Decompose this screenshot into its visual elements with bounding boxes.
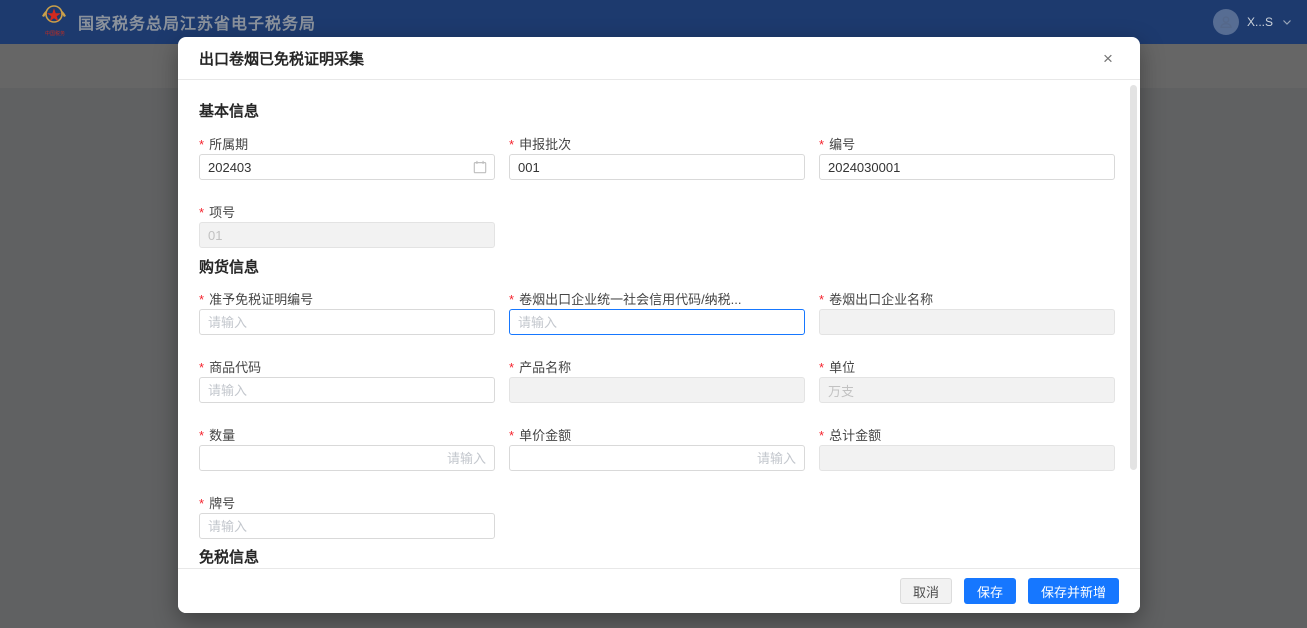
required-asterisk: * [819,137,825,152]
field-period: * 所属期 [199,136,495,180]
site-title: 国家税务总局江苏省电子税务局 [78,16,317,33]
chevron-down-icon[interactable] [1281,16,1293,28]
batch-input[interactable] [509,154,805,180]
field-commodity-code: * 商品代码 [199,359,495,403]
section-exempt-info: 免税信息 [199,549,260,566]
close-icon[interactable]: × [1096,47,1120,71]
company-name-input [819,309,1115,335]
field-label: 申报批次 [519,137,572,152]
user-name: X...S [1246,15,1273,29]
field-label: 商品代码 [209,360,262,375]
cert-no-input[interactable] [199,309,495,335]
field-product-name: * 产品名称 [509,359,805,403]
commodity-code-input[interactable] [199,377,495,403]
total-input [819,445,1115,471]
field-label: 产品名称 [519,360,572,375]
user-menu[interactable]: X...S [1212,9,1293,35]
field-label: 单价金额 [519,428,572,443]
credit-code-input[interactable] [509,309,805,335]
required-asterisk: * [509,360,515,375]
field-quantity: * 数量 [199,427,495,471]
avatar[interactable] [1212,9,1239,35]
period-input[interactable] [199,154,495,180]
field-unit: * 单位 [819,359,1115,403]
field-label: 卷烟出口企业统一社会信用代码/纳税... [519,292,742,307]
section-basic-info: 基本信息 [199,103,260,120]
unit-price-input[interactable] [509,445,805,471]
field-label: 编号 [829,137,856,152]
required-asterisk: * [819,360,825,375]
product-name-input [509,377,805,403]
field-label: 准予免税证明编号 [209,292,314,307]
field-label: 卷烟出口企业名称 [829,292,934,307]
required-asterisk: * [509,428,515,443]
field-label: 数量 [209,428,236,443]
user-icon [1220,16,1232,28]
section-purchase-info: 购货信息 [199,259,260,276]
field-label: 项号 [209,205,236,220]
cancel-button[interactable]: 取消 [899,578,952,604]
field-item-no: * 项号 [199,204,495,248]
quantity-input[interactable] [199,445,495,471]
required-asterisk: * [819,292,825,307]
required-asterisk: * [509,292,515,307]
logo-caption: 中国税务 [44,31,65,37]
field-batch: * 申报批次 [509,136,805,180]
modal-footer: 取消 保存 保存并新增 [178,568,1140,613]
field-cert-no: * 准予免税证明编号 [199,291,495,335]
required-asterisk: * [509,137,515,152]
required-asterisk: * [199,137,205,152]
field-label: 牌号 [209,496,236,511]
modal-scrollbar[interactable] [1130,85,1137,470]
field-company-name: * 卷烟出口企业名称 [819,291,1115,335]
tax-bureau-logo: 中国税务 [40,2,70,42]
modal-body: 基本信息 * 所属期 * 申报批次 * 编号 * 项号 [178,81,1140,568]
required-asterisk: * [199,292,205,307]
save-and-add-button[interactable]: 保存并新增 [1027,578,1119,604]
field-unit-price: * 单价金额 [509,427,805,471]
field-label: 单位 [829,360,856,375]
tax-emblem-icon [42,5,66,23]
brand-input[interactable] [199,513,495,539]
save-button[interactable]: 保存 [963,578,1016,604]
required-asterisk: * [819,428,825,443]
field-brand: * 牌号 [199,495,495,539]
modal-title: 出口卷烟已免税证明采集 [199,50,365,68]
field-number: * 编号 [819,136,1115,180]
field-label: 总计金额 [829,428,882,443]
number-input[interactable] [819,154,1115,180]
field-label: 所属期 [209,137,249,152]
required-asterisk: * [199,360,205,375]
required-asterisk: * [199,428,205,443]
item-no-input [199,222,495,248]
modal-header: 出口卷烟已免税证明采集 × [178,37,1140,80]
unit-input [819,377,1115,403]
modal-dialog: 出口卷烟已免税证明采集 × 基本信息 * 所属期 * 申报批次 * 编号 [178,37,1140,613]
required-asterisk: * [199,205,205,220]
field-credit-code: * 卷烟出口企业统一社会信用代码/纳税... [509,291,805,335]
field-total: * 总计金额 [819,427,1115,471]
required-asterisk: * [199,496,205,511]
